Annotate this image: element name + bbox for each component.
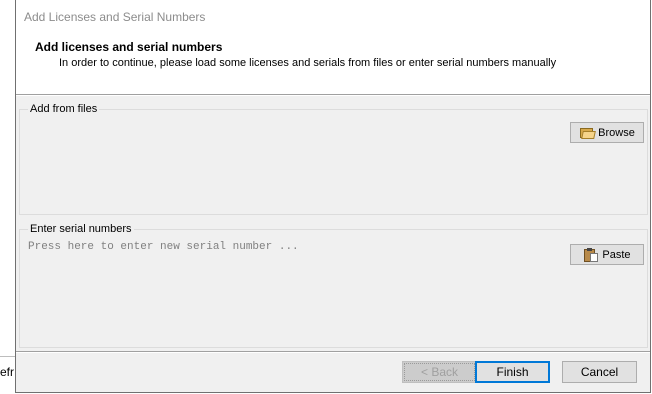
finish-button[interactable]: Finish	[475, 361, 550, 383]
background-divider	[0, 356, 16, 357]
header-title: Add licenses and serial numbers	[35, 40, 223, 54]
add-from-files-group: Add from files Browse	[19, 103, 648, 215]
background-window	[0, 0, 16, 394]
browse-button-label: Browse	[598, 126, 635, 139]
folder-icon	[579, 126, 597, 140]
cancel-button-label: Cancel	[580, 365, 619, 379]
serial-number-input[interactable]: Press here to enter new serial number ..…	[28, 241, 299, 253]
back-button[interactable]: < Back	[402, 361, 477, 383]
cancel-button[interactable]: Cancel	[562, 361, 637, 383]
wizard-header: Add licenses and serial numbers In order…	[16, 33, 650, 94]
paste-button[interactable]: Paste	[570, 244, 644, 265]
add-licenses-dialog: Add Licenses and Serial Numbers Add lice…	[15, 0, 651, 393]
clipboard-icon	[583, 247, 599, 262]
paste-button-label: Paste	[602, 248, 631, 261]
dialog-titlebar[interactable]: Add Licenses and Serial Numbers	[16, 0, 650, 33]
finish-button-label: Finish	[496, 365, 529, 379]
header-subtitle: In order to continue, please load some l…	[59, 57, 557, 69]
enter-serial-numbers-label: Enter serial numbers	[28, 223, 134, 235]
browse-button[interactable]: Browse	[570, 122, 644, 143]
add-from-files-label: Add from files	[28, 103, 100, 115]
enter-serial-numbers-group[interactable]: Enter serial numbers Press here to enter…	[19, 223, 648, 348]
background-partial-text: efr	[0, 365, 15, 379]
dialog-title: Add Licenses and Serial Numbers	[24, 10, 206, 24]
